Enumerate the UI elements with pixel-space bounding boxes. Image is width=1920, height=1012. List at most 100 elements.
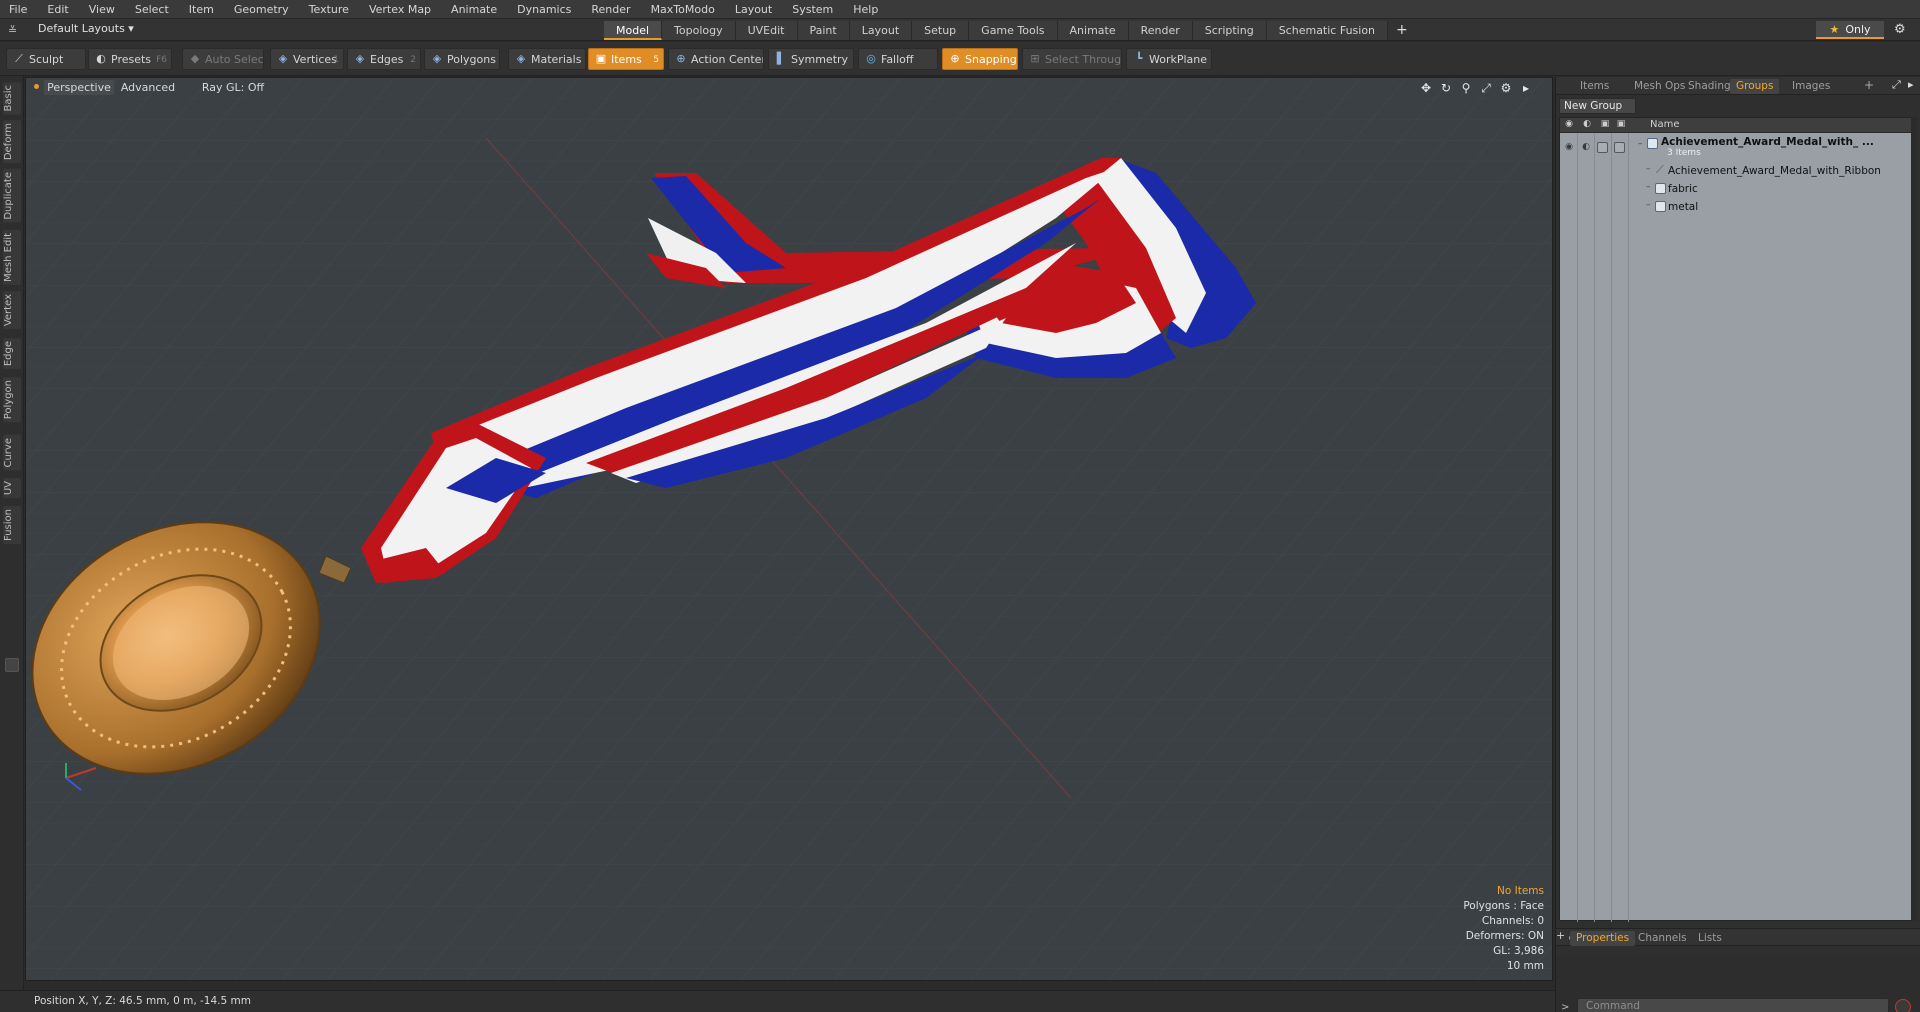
tree-row-mesh[interactable]: – ⟋ Achievement_Award_Medal_with_Ribbon [1560, 163, 1913, 181]
panel-arrow-icon[interactable]: ▸ [1908, 78, 1914, 91]
menu-texture[interactable]: Texture [300, 3, 360, 16]
rtab-lists[interactable]: Lists [1692, 931, 1728, 946]
tab-setup[interactable]: Setup [912, 21, 970, 40]
rtab-items[interactable]: Items [1574, 79, 1615, 94]
maximize-icon[interactable]: ⤢ [1480, 81, 1492, 96]
tab-game-tools[interactable]: Game Tools [969, 21, 1058, 40]
sculpt-button[interactable]: ⟋ Sculpt [6, 48, 86, 70]
lock-column-icon[interactable]: ▣ [1598, 119, 1612, 131]
pan-icon[interactable]: ✥ [1420, 81, 1432, 96]
command-record-button[interactable] [1895, 999, 1911, 1012]
selection-info: No Items [1497, 885, 1544, 897]
edges-button[interactable]: ◈ Edges 2 [347, 48, 421, 70]
maximize-panel-icon[interactable]: ⤢ [1892, 78, 1901, 92]
name-column-header[interactable]: Name [1650, 119, 1680, 130]
tree-row-metal[interactable]: – metal [1560, 199, 1913, 217]
polygons-button[interactable]: ◈ Polygons [424, 48, 500, 70]
menu-item[interactable]: Item [180, 3, 225, 16]
tree-row-group[interactable]: ◉ ◐ – Achievement_Award_Medal_with_ ... … [1560, 136, 1913, 160]
workplane-button[interactable]: ┗ WorkPlane [1126, 48, 1212, 70]
3d-viewport[interactable]: Perspective Advanced Ray GL: Off ✥ ↻ ⚲ ⤢… [25, 77, 1553, 981]
tab-layout[interactable]: Layout [849, 21, 913, 40]
select-column-icon[interactable]: ▣ [1614, 119, 1628, 131]
menu-geometry[interactable]: Geometry [225, 3, 300, 16]
vtab-polygon[interactable]: Polygon [3, 377, 21, 423]
vtab-duplicate[interactable]: Duplicate [3, 169, 21, 223]
vtab-mesh-edit[interactable]: Mesh Edit [3, 230, 21, 285]
vtab-fusion[interactable]: Fusion [3, 506, 21, 544]
command-input[interactable]: Command [1577, 998, 1889, 1012]
materials-button[interactable]: ◈ Materials [508, 48, 586, 70]
only-button[interactable]: ★ Only [1816, 21, 1884, 39]
raygl-toggle[interactable]: Ray GL: Off [196, 80, 270, 95]
vtab-uv[interactable]: UV [3, 478, 21, 499]
menu-layout[interactable]: Layout [726, 3, 783, 16]
collapse-icon[interactable]: – [1638, 139, 1643, 149]
shading-dropdown[interactable]: Advanced [108, 80, 188, 95]
select-checkbox[interactable] [1614, 142, 1625, 153]
rtab-channels[interactable]: Channels [1632, 931, 1693, 946]
settings-icon[interactable]: ⚙ [1500, 81, 1512, 96]
vtab-basic[interactable]: Basic [3, 82, 21, 115]
vtab-deform[interactable]: Deform [3, 120, 21, 164]
menu-file[interactable]: File [0, 3, 38, 16]
visibility-eye-icon[interactable]: ◉ [1563, 141, 1575, 153]
vertices-button[interactable]: ◈ Vertices 1 [270, 48, 344, 70]
default-layouts-dropdown[interactable]: Default Layouts ▾ [38, 22, 134, 38]
tab-model[interactable]: Model [604, 21, 663, 40]
select-through-button[interactable]: ⊞ Select Through [1022, 48, 1122, 70]
add-tab-icon[interactable]: + [1556, 929, 1565, 942]
auto-select-button[interactable]: ◆ Auto Select [182, 48, 264, 70]
tab-render[interactable]: Render [1128, 21, 1193, 40]
menu-select[interactable]: Select [126, 3, 180, 16]
layout-switch-icon[interactable]: ≚ [8, 24, 17, 37]
menu-view[interactable]: View [80, 3, 126, 16]
add-tab-icon[interactable]: + [1864, 78, 1874, 92]
symmetry-button[interactable]: ▌ Symmetry [768, 48, 854, 70]
vtab-vertex[interactable]: Vertex [3, 291, 21, 330]
falloff-button[interactable]: ◎ Falloff [858, 48, 938, 70]
render-column-icon[interactable]: ◐ [1580, 119, 1594, 131]
vtab-edge[interactable]: Edge [3, 338, 21, 370]
menu-maxtomodo[interactable]: MaxToModo [642, 3, 726, 16]
menu-dynamics[interactable]: Dynamics [508, 3, 582, 16]
items-button[interactable]: ▣ Items 5 [588, 48, 664, 70]
presets-shortcut: F6 [156, 55, 167, 65]
menu-render[interactable]: Render [582, 3, 641, 16]
list-scrollbar[interactable] [1911, 117, 1917, 921]
tab-animate[interactable]: Animate [1057, 21, 1129, 40]
tree-row-fabric[interactable]: – fabric [1560, 181, 1913, 199]
rtab-properties[interactable]: Properties [1570, 931, 1636, 946]
presets-button[interactable]: ◐ Presets F6 [88, 48, 172, 70]
panel-toggle-button[interactable] [5, 658, 19, 672]
rtab-shading[interactable]: Shading [1682, 79, 1737, 94]
action-center-button[interactable]: ⊕ Action Center [668, 48, 764, 70]
rtab-images[interactable]: Images [1786, 79, 1836, 94]
rtab-groups[interactable]: Groups [1730, 79, 1780, 94]
menu-help[interactable]: Help [844, 3, 889, 16]
tab-uvedit[interactable]: UVEdit [735, 21, 798, 40]
snapping-icon: ⊕ [950, 52, 960, 65]
menu-animate[interactable]: Animate [442, 3, 508, 16]
gear-icon[interactable]: ⚙ [1894, 22, 1906, 37]
tab-schematic-fusion[interactable]: Schematic Fusion [1266, 21, 1389, 40]
rotate-icon[interactable]: ↻ [1440, 81, 1452, 96]
metal-item-label: metal [1668, 201, 1699, 213]
menu-vertex-map[interactable]: Vertex Map [360, 3, 442, 16]
viewport-menu-dot[interactable] [34, 84, 39, 89]
vtab-curve[interactable]: Curve [3, 435, 21, 471]
tab-paint[interactable]: Paint [797, 21, 850, 40]
view-mode-dropdown[interactable]: Perspective [44, 80, 114, 95]
tab-scripting[interactable]: Scripting [1192, 21, 1267, 40]
menu-edit[interactable]: Edit [38, 3, 79, 16]
menu-system[interactable]: System [783, 3, 844, 16]
snapping-button[interactable]: ⊕ Snapping [942, 48, 1018, 70]
lock-checkbox[interactable] [1597, 142, 1608, 153]
new-group-button[interactable]: New Group [1559, 98, 1636, 114]
render-toggle-icon[interactable]: ◐ [1580, 141, 1592, 153]
tab-topology[interactable]: Topology [662, 21, 736, 40]
zoom-icon[interactable]: ⚲ [1460, 81, 1472, 96]
visibility-column-icon[interactable]: ◉ [1562, 119, 1576, 131]
expand-arrow-icon[interactable]: ▸ [1520, 81, 1532, 96]
add-tab-button[interactable]: + [1388, 21, 1416, 40]
